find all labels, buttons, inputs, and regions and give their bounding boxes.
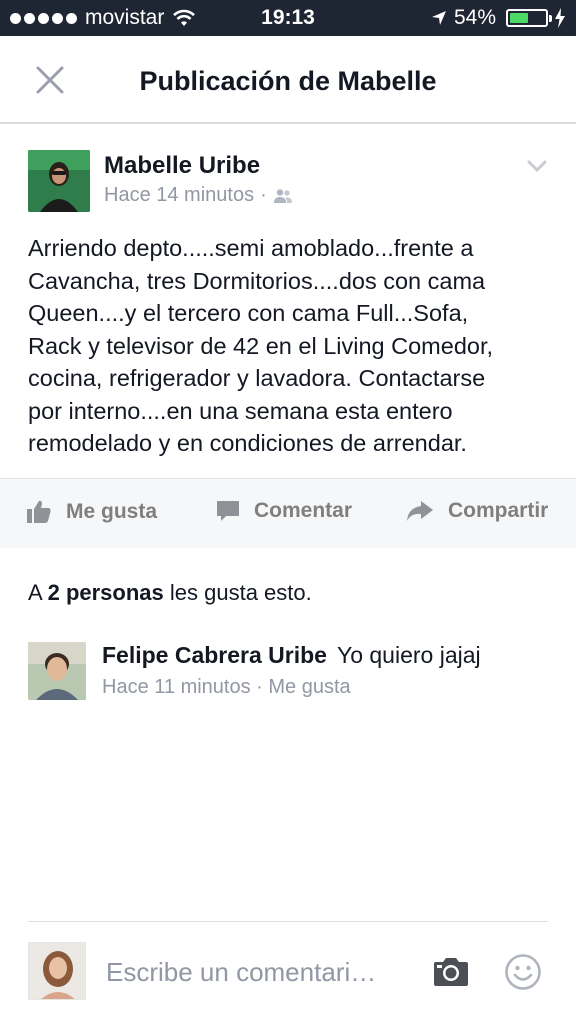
comment-label: Comentar [254,499,353,522]
comment-item: Felipe Cabrera Uribe Yo quiero jajaj Hace… [28,642,558,702]
share-arrow-icon [407,501,433,521]
carrier-name: movistar [85,6,165,29]
comment-input[interactable] [106,950,422,994]
like-label: Me gusta [66,500,158,523]
post-timestamp[interactable]: Hace 14 minutos [104,184,254,207]
likes-prefix: A [28,580,42,605]
status-left: movistar [10,6,196,30]
action-bar: Me gusta Comentar Compartir [0,478,576,548]
post-body: Arriendo depto.....semi amoblado...frent… [28,235,494,456]
composer-divider [28,921,548,922]
author-name[interactable]: Mabelle Uribe [104,152,260,180]
post-meta: Hace 14 minutos · [104,184,293,207]
share-label: Compartir [448,499,549,522]
comment-author[interactable]: Felipe Cabrera Uribe [102,642,327,668]
comment-timestamp[interactable]: Hace 11 minutos [102,676,251,698]
wifi-icon [173,9,196,26]
likes-count[interactable]: 2 personas [48,580,164,605]
current-user-avatar [28,942,86,1000]
post-header-bar: Publicación de Mabelle [0,36,576,124]
author-avatar[interactable] [28,150,90,212]
emoji-icon[interactable] [504,953,542,991]
likes-suffix: les gusta esto. [169,580,312,605]
signal-strength-icon [10,12,77,24]
status-right: 54% [430,6,566,30]
location-arrow-icon [431,11,446,25]
camera-icon[interactable] [432,956,470,988]
friends-icon[interactable] [273,188,293,204]
comment-button[interactable]: Comentar [216,499,352,523]
likes-summary[interactable]: A 2 personas les gusta esto. [28,580,312,606]
battery-level-fill [510,13,529,23]
charging-bolt-icon [555,8,565,28]
post-author-block: Mabelle Uribe Hace 14 minutos · [28,150,548,214]
comment-text: Yo quiero jajaj [336,642,481,668]
comment-meta: Hace 11 minutos · Me gusta [102,676,351,699]
like-button[interactable]: Me gusta [26,499,157,525]
comment-content: Felipe Cabrera Uribe Yo quiero jajaj [102,642,481,669]
commenter-avatar[interactable] [28,642,86,700]
comment-like-link[interactable]: Me gusta [268,676,350,698]
chevron-down-icon[interactable] [526,158,548,174]
share-button[interactable]: Compartir [406,499,548,523]
meta-separator: · [260,184,267,206]
status-bar: movistar 19:13 54% [0,0,576,36]
comment-meta-separator: · [256,676,263,698]
battery-icon [506,9,552,27]
page-title: Publicación de Mabelle [139,66,437,96]
battery-percent: 54% [453,6,496,29]
thumbs-up-icon [27,500,51,523]
comment-bubble-icon [217,501,239,521]
